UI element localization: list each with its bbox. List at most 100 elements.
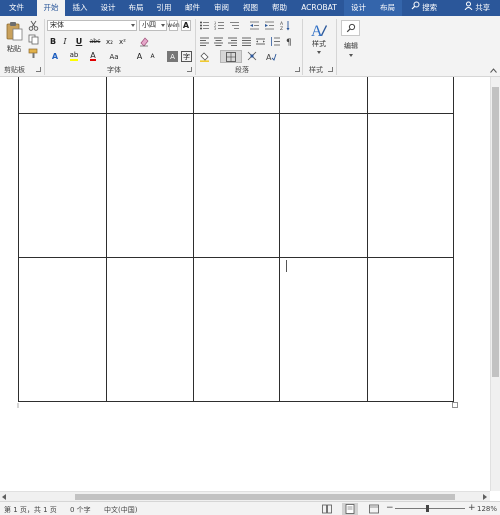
language-indicator[interactable]: 中文(中国): [104, 505, 137, 515]
print-layout-icon: [345, 504, 355, 514]
paste-button[interactable]: 粘贴: [4, 19, 24, 55]
tab-view[interactable]: 视图: [236, 0, 265, 16]
multilevel-list-icon[interactable]: [229, 20, 240, 31]
highlight-button[interactable]: ab: [66, 51, 82, 62]
highlight-label: ab: [69, 51, 79, 61]
subscript-button[interactable]: x₂: [104, 36, 115, 47]
tab-home[interactable]: 开始: [37, 0, 65, 16]
char-border-button[interactable]: A: [181, 20, 191, 31]
cut-icon[interactable]: [28, 20, 39, 31]
word-count[interactable]: 0 个字: [70, 505, 91, 515]
char-shading-button[interactable]: A: [167, 51, 178, 62]
horizontal-scroll-thumb[interactable]: [75, 494, 455, 500]
search-icon: [411, 0, 420, 16]
zoom-slider[interactable]: [395, 505, 465, 512]
superscript-label: x²: [119, 37, 126, 46]
tab-layout[interactable]: 布局: [122, 0, 150, 16]
search-box[interactable]: 搜索: [404, 0, 444, 16]
ribbon-tab-bar: 文件 开始 插入 设计 布局 引用 邮件 审阅 视图 帮助 ACROBAT 设计…: [0, 0, 500, 16]
bold-button[interactable]: B: [48, 36, 58, 47]
copy-icon[interactable]: [28, 34, 39, 45]
shrink-font-label: A: [150, 53, 155, 60]
vertical-scroll-thumb[interactable]: [492, 87, 499, 377]
font-color-button[interactable]: A: [86, 51, 100, 62]
italic-button[interactable]: I: [60, 36, 70, 47]
align-center-icon[interactable]: [213, 36, 224, 47]
bullets-icon[interactable]: [199, 20, 210, 31]
styles-launcher-icon[interactable]: [328, 67, 333, 72]
distributed-icon[interactable]: [255, 36, 266, 47]
borders-button[interactable]: [220, 50, 242, 63]
paragraph-launcher-icon[interactable]: [295, 67, 300, 72]
document-page[interactable]: [0, 77, 490, 491]
chevron-up-icon: [489, 68, 497, 73]
line-spacing-icon[interactable]: [270, 36, 281, 47]
strikethrough-button[interactable]: abc: [88, 36, 102, 47]
sort-icon[interactable]: AZ: [280, 20, 291, 31]
search-label: 搜索: [422, 3, 438, 12]
page-count[interactable]: 第 1 页，共 1 页: [4, 505, 57, 515]
numbering-icon[interactable]: 123: [214, 20, 225, 31]
read-mode-icon[interactable]: [322, 504, 332, 514]
chevron-down-icon: [131, 24, 135, 27]
format-painter-icon[interactable]: [28, 48, 39, 59]
shrink-font-button[interactable]: A: [147, 51, 158, 62]
share-button[interactable]: 共享: [456, 0, 498, 16]
shading-icon[interactable]: [199, 51, 210, 62]
underline-button[interactable]: U: [72, 36, 86, 47]
clipboard-launcher-icon[interactable]: [36, 67, 41, 72]
scroll-right-icon[interactable]: [483, 494, 487, 500]
styles-button[interactable]: A 样式: [307, 19, 331, 55]
character-scaling-icon[interactable]: A: [266, 51, 277, 62]
web-layout-icon[interactable]: [369, 504, 379, 514]
show-marks-icon[interactable]: ¶: [284, 36, 295, 47]
person-icon: [464, 0, 473, 16]
grow-font-button[interactable]: A: [134, 51, 145, 62]
svg-text:¶: ¶: [286, 38, 292, 47]
align-right-icon[interactable]: [227, 36, 238, 47]
font-name-select[interactable]: 宋体: [47, 20, 137, 31]
tab-acrobat[interactable]: ACROBAT: [294, 0, 344, 16]
tab-references[interactable]: 引用: [150, 0, 178, 16]
eraser-icon[interactable]: [139, 36, 150, 47]
tab-insert[interactable]: 插入: [66, 0, 94, 16]
zoom-slider-thumb[interactable]: [426, 505, 429, 512]
zoom-in-icon[interactable]: +: [468, 503, 476, 513]
tab-design[interactable]: 设计: [94, 0, 122, 16]
collapse-ribbon-button[interactable]: [489, 67, 497, 74]
scroll-left-icon[interactable]: [2, 494, 6, 500]
tab-mailings[interactable]: 邮件: [178, 0, 207, 16]
editing-button-label: 编辑: [344, 42, 358, 50]
magnifier-icon: [346, 23, 355, 33]
vertical-scrollbar[interactable]: [490, 77, 500, 491]
enclose-char-button[interactable]: 字: [181, 51, 192, 62]
clear-formatting-icon[interactable]: wén: [167, 20, 180, 31]
horizontal-scrollbar[interactable]: [0, 491, 490, 501]
tab-table-design[interactable]: 设计: [344, 0, 373, 16]
chevron-down-icon: [349, 54, 353, 57]
font-size-select[interactable]: 小四: [139, 20, 167, 31]
increase-indent-icon[interactable]: [264, 20, 275, 31]
tab-file[interactable]: 文件: [0, 0, 33, 16]
asian-layout-icon[interactable]: [247, 51, 258, 62]
editing-button[interactable]: 编辑: [340, 39, 362, 59]
strikethrough-label: abc: [89, 38, 101, 45]
decrease-indent-icon[interactable]: [249, 20, 260, 31]
tab-review[interactable]: 审阅: [207, 0, 236, 16]
font-launcher-icon[interactable]: [187, 67, 192, 72]
tab-table-layout[interactable]: 布局: [373, 0, 402, 16]
svg-text:A: A: [266, 53, 272, 62]
font-color-label: A: [90, 51, 96, 61]
tab-help[interactable]: 帮助: [265, 0, 294, 16]
superscript-button[interactable]: x²: [117, 36, 128, 47]
justify-icon[interactable]: [241, 36, 252, 47]
zoom-level[interactable]: 128%: [477, 505, 497, 513]
underline-label: U: [75, 37, 83, 46]
zoom-out-icon[interactable]: −: [386, 503, 394, 513]
text-effects-button[interactable]: A: [48, 51, 62, 62]
change-case-button[interactable]: Aa: [106, 51, 122, 62]
align-left-icon[interactable]: [199, 36, 210, 47]
print-layout-button[interactable]: [342, 503, 358, 515]
table-resize-handle: [452, 402, 458, 408]
find-button[interactable]: [341, 20, 360, 36]
